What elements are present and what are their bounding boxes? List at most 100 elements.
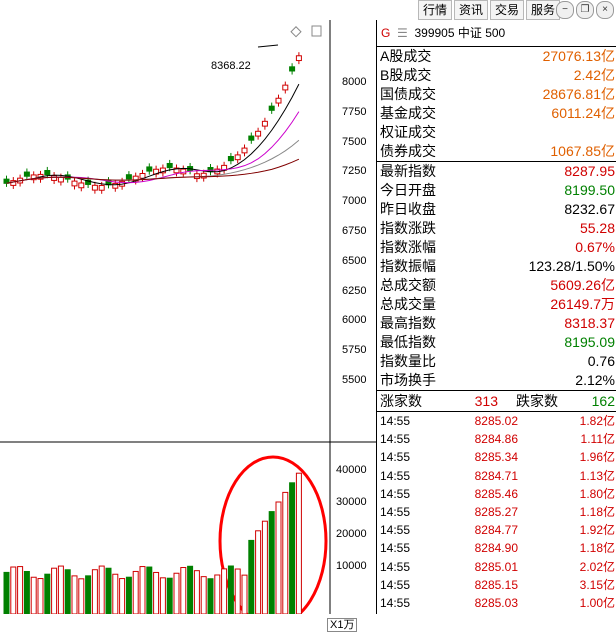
candle-body bbox=[261, 120, 268, 127]
index-row: 指数涨幅 0.67% bbox=[377, 238, 616, 257]
volume-bar bbox=[275, 501, 282, 614]
volume-bar bbox=[37, 578, 44, 614]
index-label: 指数涨跌 bbox=[380, 220, 436, 236]
candle-body bbox=[248, 135, 255, 141]
volume-bar bbox=[241, 574, 248, 614]
volume-bar bbox=[146, 566, 153, 614]
close-icon[interactable]: × bbox=[596, 1, 614, 19]
index-row: 指数振幅 123.28/1.50% bbox=[377, 257, 616, 276]
volume-bar bbox=[17, 566, 24, 614]
tick-row: 14:55 8285.46 1.80亿 bbox=[377, 485, 616, 503]
stat-label: B股成交 bbox=[380, 67, 432, 83]
candle-body bbox=[241, 147, 248, 154]
volume-bar bbox=[23, 570, 30, 614]
stat-row: 国债成交 28676.81亿 bbox=[377, 85, 616, 104]
candle-body bbox=[78, 182, 85, 189]
tick-amount: 1.92亿 bbox=[579, 523, 615, 538]
candle-body bbox=[282, 84, 289, 91]
index-value: 0.76 bbox=[587, 353, 615, 369]
index-value: 0.67% bbox=[575, 239, 615, 255]
menu-news[interactable]: 资讯 bbox=[453, 0, 488, 20]
candle-body bbox=[275, 97, 282, 104]
index-row: 昨日收盘 8232.67 bbox=[377, 200, 616, 219]
candle-body bbox=[255, 130, 262, 137]
volume-bar bbox=[85, 575, 92, 614]
candle-body bbox=[295, 55, 302, 62]
stat-label: 债券成交 bbox=[380, 143, 436, 159]
index-row: 总成交额 5609.26亿 bbox=[377, 276, 616, 295]
stat-row: 基金成交 6011.24亿 bbox=[377, 104, 616, 123]
tick-price: 8285.34 bbox=[474, 450, 518, 465]
tick-amount: 1.80亿 bbox=[579, 486, 615, 501]
tick-row: 14:55 8284.86 1.11亿 bbox=[377, 430, 616, 448]
tick-list[interactable]: 14:55 8285.02 1.82亿 14:55 8284.86 1.11亿 14:55 8… bbox=[377, 412, 616, 612]
volume-bar bbox=[234, 568, 241, 614]
price-tick-label: 6250 bbox=[342, 284, 367, 297]
volume-bar bbox=[248, 539, 255, 614]
index-value: 8199.50 bbox=[564, 182, 615, 198]
stat-row: B股成交 2.42亿 bbox=[377, 66, 616, 85]
tick-row: 14:55 8284.71 1.13亿 bbox=[377, 467, 616, 485]
tick-amount: 1.96亿 bbox=[579, 450, 615, 465]
volume-bar bbox=[139, 566, 146, 614]
tick-time: 14:55 bbox=[380, 414, 411, 428]
stat-value: 28676.81亿 bbox=[542, 86, 615, 102]
tick-price: 8285.03 bbox=[474, 595, 518, 610]
index-row: 最新指数 8287.95 bbox=[377, 162, 616, 181]
ma20-line bbox=[6, 139, 300, 184]
tick-amount: 2.02亿 bbox=[579, 559, 615, 574]
volume-bar bbox=[200, 576, 207, 614]
tick-price: 8285.01 bbox=[474, 559, 518, 574]
price-tick-label: 5500 bbox=[342, 374, 367, 386]
tick-price: 8285.27 bbox=[474, 504, 518, 519]
index-value: 123.28/1.50% bbox=[528, 258, 615, 274]
restore-icon[interactable]: ❐ bbox=[576, 1, 594, 19]
price-tick-label: 7750 bbox=[342, 105, 367, 118]
volume-tick-label: 30000 bbox=[336, 496, 367, 508]
index-label: 昨日收盘 bbox=[380, 201, 436, 217]
candle-body bbox=[51, 175, 58, 181]
up-count: 313 bbox=[474, 393, 498, 409]
tick-price: 8284.77 bbox=[474, 523, 518, 538]
index-row: 市场换手 2.12% bbox=[377, 371, 616, 390]
tick-amount: 3.15亿 bbox=[579, 577, 615, 592]
volume-bar bbox=[132, 570, 139, 614]
tick-time: 14:55 bbox=[380, 504, 411, 519]
stat-label: A股成交 bbox=[380, 48, 432, 64]
volume-bar bbox=[193, 570, 200, 614]
window-controls: − ❐ × bbox=[554, 1, 614, 19]
candle-body bbox=[98, 184, 105, 191]
candle-body bbox=[234, 154, 241, 161]
tick-amount: 1.13亿 bbox=[579, 468, 615, 483]
volume-tick-label: 20000 bbox=[336, 528, 367, 540]
index-row: 总成交量 26149.7万 bbox=[377, 295, 616, 314]
tick-time: 14:55 bbox=[380, 486, 411, 501]
candle-body bbox=[125, 174, 132, 180]
index-row: 今日开盘 8199.50 bbox=[377, 181, 616, 200]
candle-body bbox=[166, 162, 173, 169]
kline-chart[interactable]: 8368.22 X1万 5500 5750 6000 6250 6500 6750 7000… bbox=[0, 20, 376, 632]
volume-bar bbox=[166, 577, 173, 614]
index-label: 指数涨幅 bbox=[380, 239, 436, 255]
ma5-line bbox=[6, 83, 300, 186]
tick-amount: 1.18亿 bbox=[579, 504, 615, 519]
stat-value: 27076.13亿 bbox=[542, 48, 615, 64]
volume-bar bbox=[227, 565, 234, 614]
tick-time: 14:55 bbox=[380, 577, 411, 592]
index-label: 总成交额 bbox=[380, 277, 436, 293]
tick-row: 14:55 8285.02 1.82亿 bbox=[377, 412, 616, 430]
index-value: 8195.09 bbox=[564, 334, 615, 350]
index-label: 指数量比 bbox=[380, 353, 436, 369]
price-tick-label: 8000 bbox=[342, 76, 367, 88]
tick-price: 8284.71 bbox=[474, 468, 518, 483]
volume-bar bbox=[268, 511, 275, 614]
minimize-icon[interactable]: − bbox=[556, 1, 574, 19]
index-label: 今日开盘 bbox=[380, 182, 436, 198]
top-menu: 行情 资讯 交易 服务 bbox=[416, 0, 560, 20]
candle-body bbox=[44, 169, 51, 176]
index-label: 最低指数 bbox=[380, 334, 436, 350]
menu-trade[interactable]: 交易 bbox=[489, 0, 524, 20]
candle-body bbox=[227, 156, 234, 162]
menu-quotes[interactable]: 行情 bbox=[417, 0, 452, 20]
volume-bar bbox=[207, 578, 214, 614]
